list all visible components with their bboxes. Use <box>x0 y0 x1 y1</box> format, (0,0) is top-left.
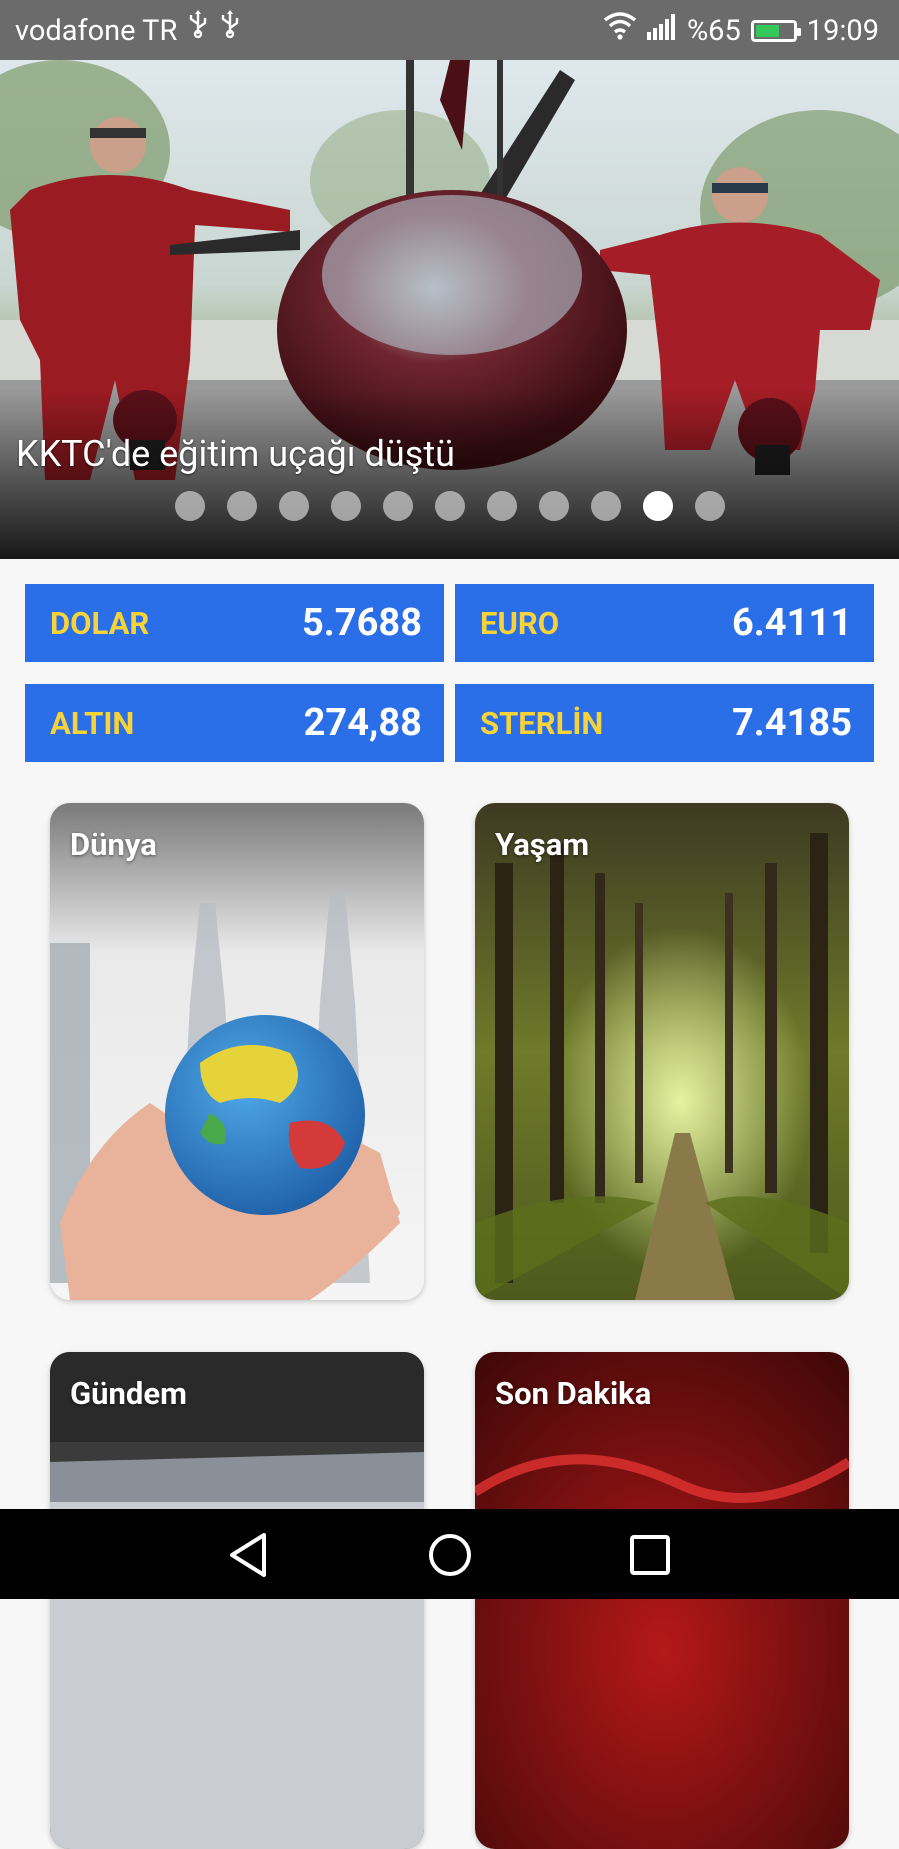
slider-dot[interactable] <box>538 491 569 521</box>
category-card-yasam[interactable]: Yaşam <box>475 803 849 1300</box>
category-card-son-dakika[interactable]: Son Dakika <box>475 1352 849 1849</box>
slider-dot[interactable] <box>486 491 517 521</box>
category-card-dunya[interactable]: Dünya <box>50 803 424 1300</box>
navigation-bar <box>0 1509 899 1599</box>
back-icon[interactable] <box>220 1529 280 1581</box>
category-title: Yaşam <box>495 826 590 863</box>
slider-dot[interactable] <box>434 491 465 521</box>
currency-box-dolar[interactable]: DOLAR 5.7688 <box>25 584 444 662</box>
currency-name: STERLİN <box>480 704 604 742</box>
usb-icon <box>187 10 209 51</box>
slider-dot[interactable] <box>694 491 725 521</box>
globe-image <box>50 803 424 1300</box>
recents-icon[interactable] <box>620 1529 680 1581</box>
carrier-name: vodafone TR <box>15 13 178 48</box>
slider-pagination[interactable] <box>0 491 899 521</box>
currency-box-altin[interactable]: ALTIN 274,88 <box>25 684 444 762</box>
clock: 19:09 <box>806 13 879 48</box>
category-title: Dünya <box>70 826 157 863</box>
category-title: Son Dakika <box>495 1375 652 1412</box>
currency-name: EURO <box>480 604 560 642</box>
currency-name: ALTIN <box>50 704 135 742</box>
home-icon[interactable] <box>420 1529 480 1581</box>
category-title: Gündem <box>70 1375 187 1412</box>
slider-dot-active[interactable] <box>642 491 673 521</box>
slider-dot[interactable] <box>278 491 309 521</box>
slider-dot[interactable] <box>330 491 361 521</box>
battery-percent: %65 <box>686 13 741 48</box>
currency-value: 7.4185 <box>731 701 852 745</box>
currency-name: DOLAR <box>50 604 150 642</box>
signal-icon <box>646 11 677 51</box>
hero-headline[interactable]: KKTC'de eğitim uçağı düştü <box>16 432 455 476</box>
currency-box-euro[interactable]: EURO 6.4111 <box>455 584 874 662</box>
currency-box-sterlin[interactable]: STERLİN 7.4185 <box>455 684 874 762</box>
slider-dot[interactable] <box>174 491 205 521</box>
usb-icon <box>219 10 241 51</box>
category-card-gundem[interactable]: Gündem <box>50 1352 424 1849</box>
currency-value: 274,88 <box>303 701 422 745</box>
status-bar: vodafone TR %65 19:09 <box>0 0 899 60</box>
battery-level <box>755 24 779 37</box>
news-slider[interactable]: KKTC'de eğitim uçağı düştü <box>0 60 899 559</box>
gundem-image <box>50 1352 424 1849</box>
currency-value: 5.7688 <box>301 601 422 645</box>
breaking-news-image <box>475 1352 849 1849</box>
battery-icon <box>750 19 801 42</box>
slider-dot[interactable] <box>226 491 257 521</box>
wifi-icon <box>603 10 637 51</box>
slider-dot[interactable] <box>590 491 621 521</box>
slider-dot[interactable] <box>382 491 413 521</box>
forest-image <box>475 803 849 1300</box>
currency-value: 6.4111 <box>731 601 852 645</box>
